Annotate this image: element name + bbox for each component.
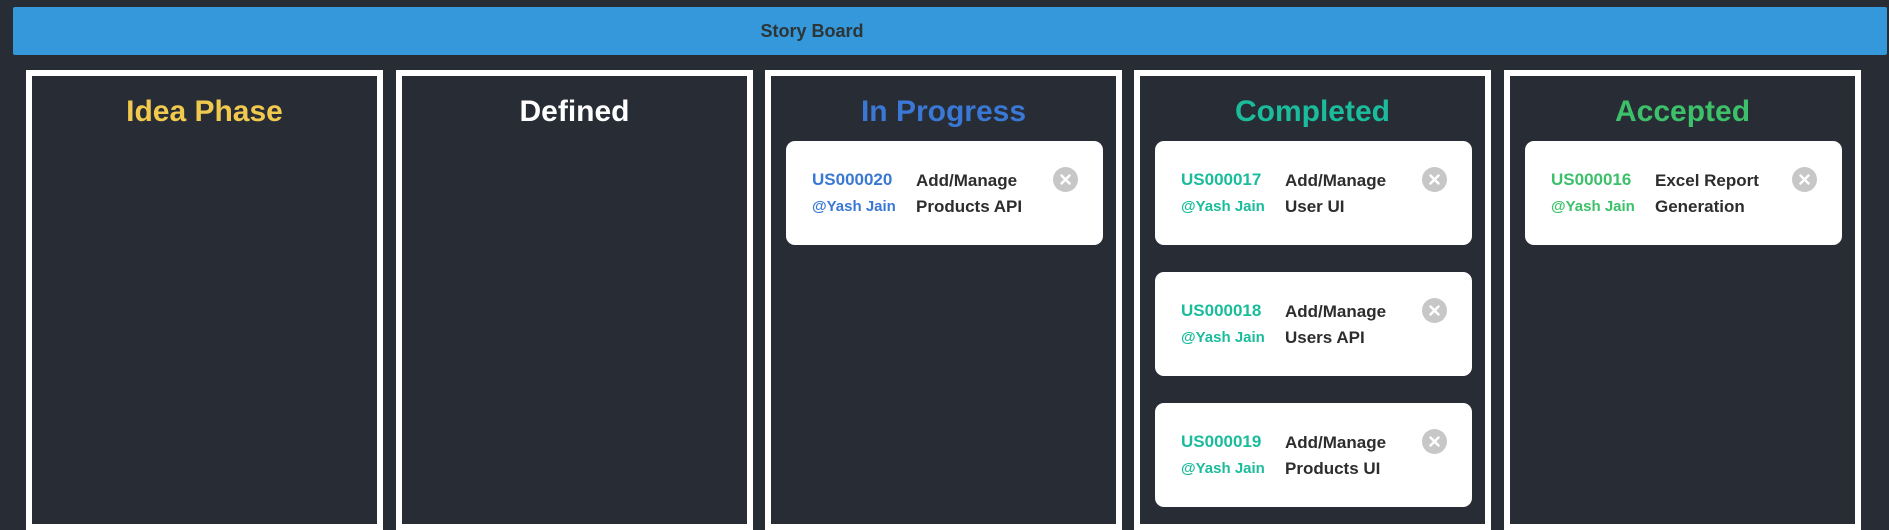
story-description-line: Add/Manage <box>1285 171 1387 190</box>
delete-card-button[interactable] <box>1422 429 1447 454</box>
story-card[interactable]: US000020 @Yash Jain Add/Manage Products … <box>786 141 1103 245</box>
story-owner: @Yash Jain <box>1181 460 1265 477</box>
close-circle-icon <box>1799 174 1810 185</box>
story-id: US000018 <box>1181 301 1262 320</box>
story-card[interactable]: US000018 @Yash Jain Add/Manage Users API <box>1155 272 1472 376</box>
column-in-progress: In Progress US000020 @Yash Jain Add/Mana… <box>765 70 1122 530</box>
story-id: US000020 <box>812 170 893 189</box>
story-description-line: Generation <box>1655 197 1745 216</box>
close-circle-icon <box>1429 174 1440 185</box>
story-board: Idea Phase Defined In Progress US000020 … <box>26 70 1862 530</box>
story-id: US000017 <box>1181 170 1262 189</box>
column-idea-phase: Idea Phase <box>26 70 383 530</box>
column-title: Accepted <box>1614 95 1751 128</box>
story-description-line: Add/Manage <box>1285 302 1387 321</box>
story-description: Add/Manage Products API <box>916 168 1051 220</box>
column-title: Defined <box>519 95 630 128</box>
delete-card-button[interactable] <box>1422 167 1447 192</box>
story-description-line: Add/Manage <box>916 171 1018 190</box>
column-title: Completed <box>1234 95 1390 128</box>
close-circle-icon <box>1060 174 1071 185</box>
page-title: Story Board <box>760 20 864 41</box>
story-owner: @Yash Jain <box>1181 198 1265 215</box>
story-description-line: Users API <box>1285 328 1365 347</box>
story-description-line: Products API <box>916 197 1023 216</box>
delete-card-button[interactable] <box>1422 298 1447 323</box>
story-description: Add/Manage Users API <box>1285 299 1420 351</box>
column-completed: Completed US000017 @Yash Jain Add/Manage… <box>1134 70 1491 530</box>
close-circle-icon <box>1429 436 1440 447</box>
app-header: Story Board <box>13 7 1887 55</box>
story-description: Add/Manage Products UI <box>1285 430 1420 482</box>
column-accepted: Accepted US000016 @Yash Jain Excel Repor… <box>1504 70 1861 530</box>
story-owner: @Yash Jain <box>812 198 896 215</box>
story-id: US000016 <box>1551 170 1632 189</box>
close-circle-icon <box>1429 305 1440 316</box>
story-description-line: Products UI <box>1285 459 1381 478</box>
story-description: Add/Manage User UI <box>1285 168 1420 220</box>
column-defined: Defined <box>396 70 753 530</box>
delete-card-button[interactable] <box>1792 167 1817 192</box>
story-owner: @Yash Jain <box>1181 329 1265 346</box>
story-description-line: User UI <box>1285 197 1345 216</box>
column-title: Idea Phase <box>126 95 283 128</box>
column-title: In Progress <box>860 95 1027 128</box>
delete-card-button[interactable] <box>1053 167 1078 192</box>
story-card[interactable]: US000016 @Yash Jain Excel Report Generat… <box>1525 141 1842 245</box>
story-card[interactable]: US000019 @Yash Jain Add/Manage Products … <box>1155 403 1472 507</box>
story-description-line: Excel Report <box>1655 171 1759 190</box>
story-description: Excel Report Generation <box>1655 168 1790 220</box>
story-description-line: Add/Manage <box>1285 433 1387 452</box>
story-owner: @Yash Jain <box>1551 198 1635 215</box>
story-card[interactable]: US000017 @Yash Jain Add/Manage User UI <box>1155 141 1472 245</box>
story-id: US000019 <box>1181 432 1262 451</box>
